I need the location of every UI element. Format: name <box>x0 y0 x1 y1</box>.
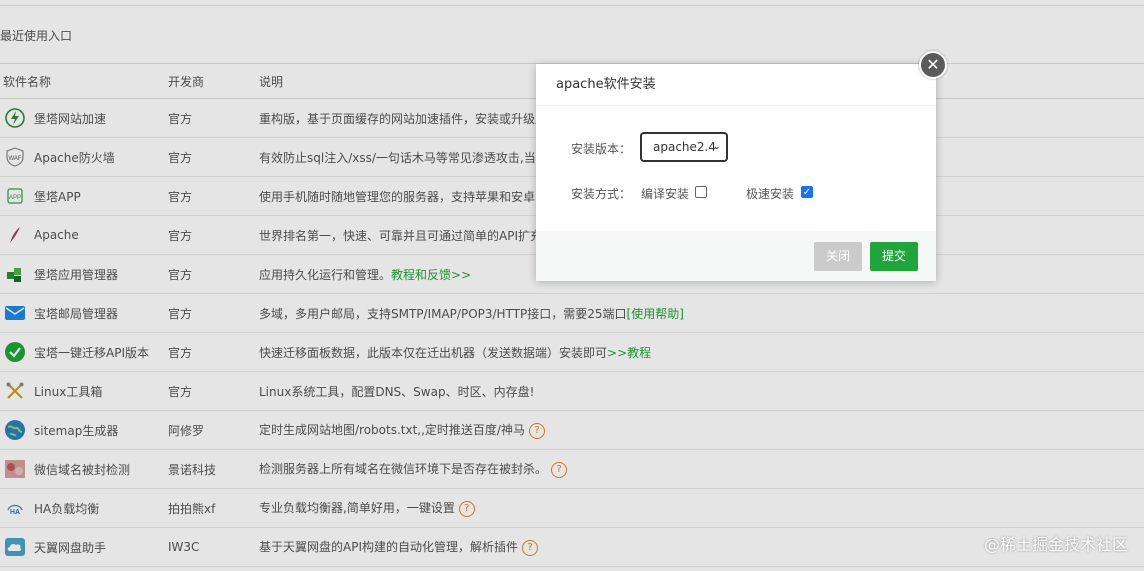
fast-install-checkbox[interactable]: ✓ <box>801 186 813 198</box>
compile-install-label: 编译安装 <box>641 187 690 201</box>
watermark: @稀土掘金技术社区 <box>983 535 1128 554</box>
close-icon[interactable]: ✕ <box>919 51 947 79</box>
dialog-body: 安装版本： apache2.4 ⌄ 安装方式： 编译安装 极速安装 ✓ <box>536 106 936 231</box>
compile-install-checkbox[interactable] <box>695 186 707 198</box>
version-select-value: apache2.4 <box>653 140 716 154</box>
dialog-title: apache软件安装 <box>536 64 936 106</box>
version-label: 安装版本： <box>571 142 632 156</box>
dialog-footer: 关闭 提交 <box>536 231 936 281</box>
submit-button[interactable]: 提交 <box>870 242 918 271</box>
fast-install-label: 极速安装 <box>746 187 795 201</box>
chevron-down-icon: ⌄ <box>712 141 721 152</box>
close-button[interactable]: 关闭 <box>814 242 862 271</box>
method-label: 安装方式： <box>571 187 632 201</box>
version-select[interactable]: apache2.4 ⌄ <box>641 133 727 161</box>
install-dialog: apache软件安装 安装版本： apache2.4 ⌄ 安装方式： 编译安装 … <box>536 64 936 281</box>
